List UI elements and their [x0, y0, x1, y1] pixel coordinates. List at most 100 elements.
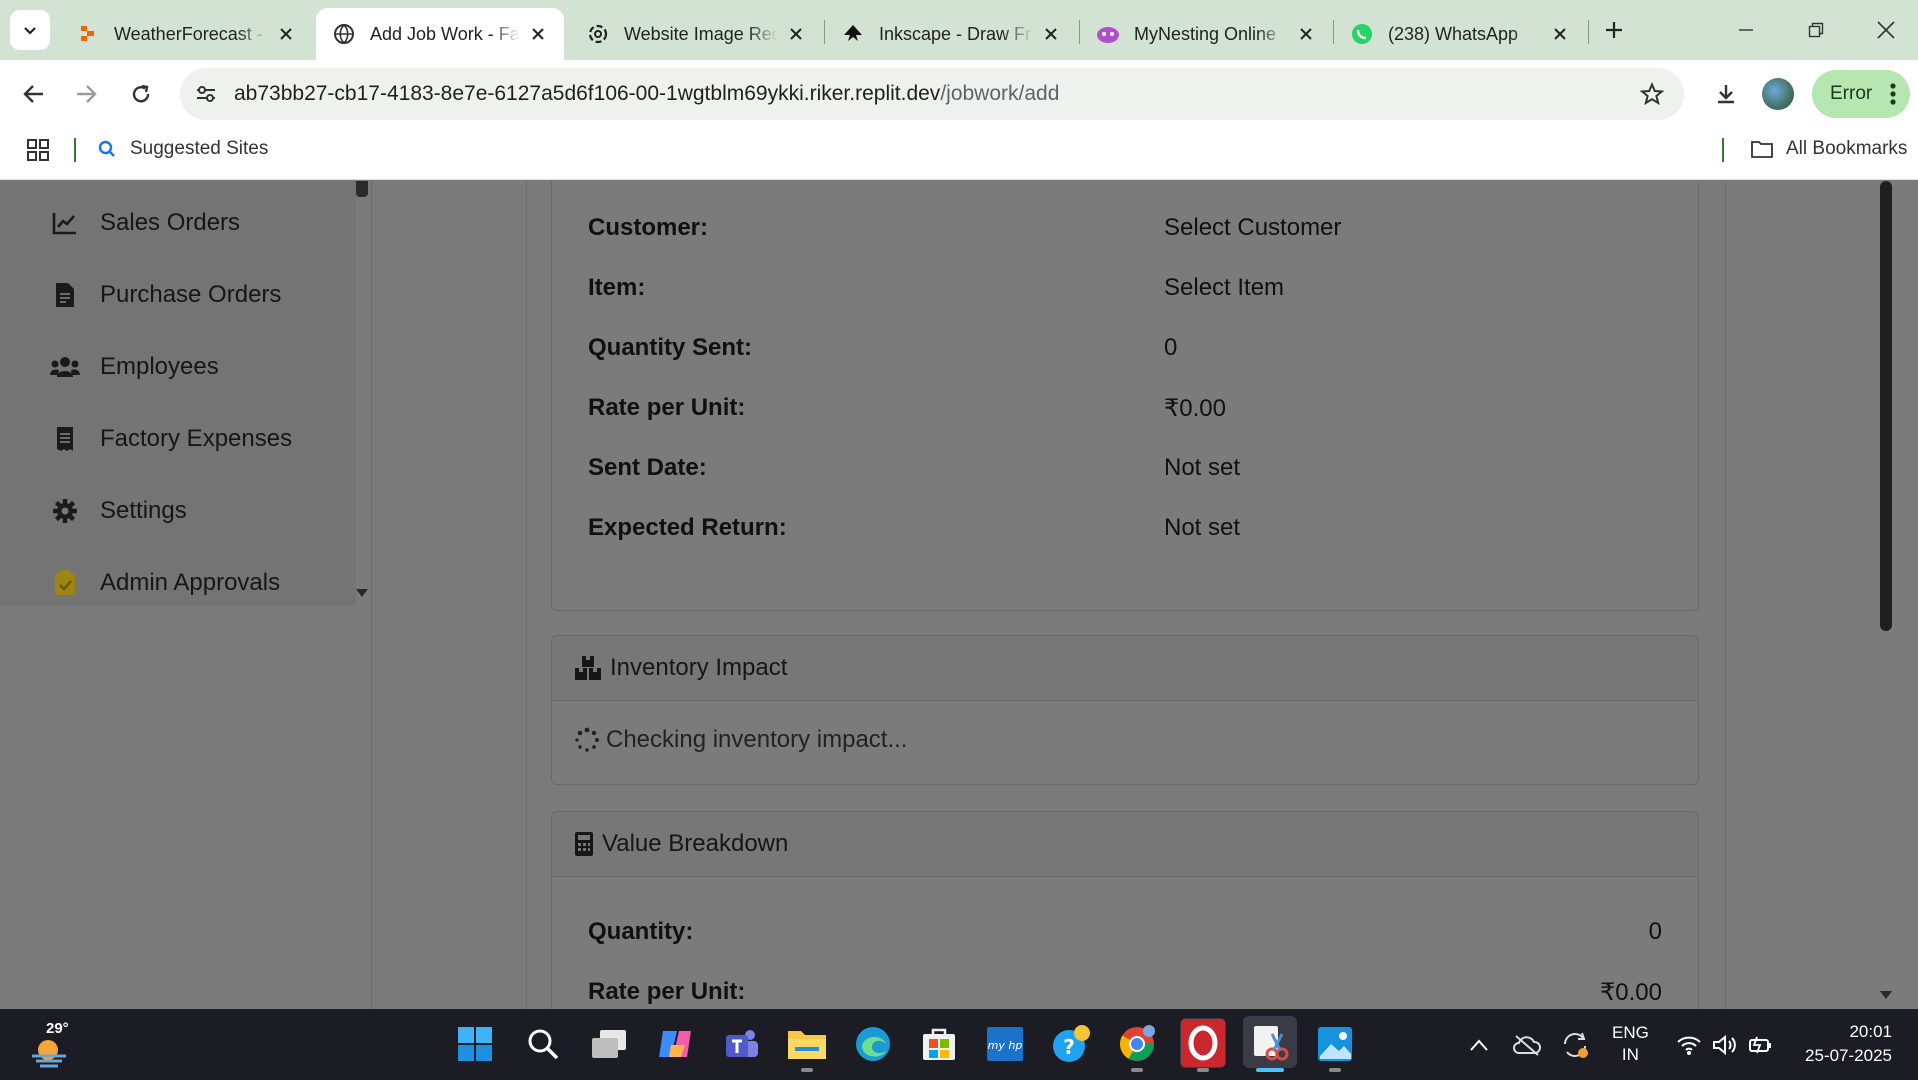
myhp-icon: my hp — [987, 1027, 1023, 1061]
scroll-down-arrow-icon[interactable] — [354, 587, 370, 599]
summary-value: Select Item — [1164, 274, 1285, 301]
summary-label: Quantity Sent: — [588, 334, 753, 361]
file-explorer-app[interactable] — [785, 1022, 829, 1066]
downloads-button[interactable] — [1710, 78, 1742, 110]
bookmark-suggested-sites[interactable]: Suggested Sites — [98, 138, 268, 160]
summary-label: Sent Date: — [588, 454, 707, 481]
get-help-app[interactable]: ? — [1049, 1022, 1093, 1066]
tab-website-image[interactable]: Website Image Rec — [570, 8, 822, 60]
tab-title: Website Image Rec — [624, 23, 778, 44]
close-window-button[interactable] — [1870, 14, 1902, 46]
summary-value: 0 — [1164, 334, 1178, 361]
download-icon — [1718, 85, 1734, 104]
sidebar-item-settings[interactable]: Settings — [50, 491, 187, 531]
card-title: Inventory Impact — [610, 654, 788, 681]
edge-icon — [856, 1027, 890, 1061]
restore-button[interactable] — [1800, 14, 1832, 46]
sidebar-item-label: Purchase Orders — [100, 281, 282, 308]
onedrive-tray[interactable] — [1512, 1030, 1542, 1060]
site-info-button[interactable] — [190, 78, 222, 110]
edge-app[interactable] — [851, 1022, 895, 1066]
new-tab-button[interactable] — [1598, 14, 1630, 46]
card-header: Value Breakdown — [552, 812, 1698, 877]
sidebar-item-purchase-orders[interactable]: Purchase Orders — [50, 275, 281, 315]
close-tab-icon[interactable] — [784, 22, 808, 46]
sidebar-item-sales-orders[interactable]: Sales Orders — [50, 203, 240, 243]
sidebar-item-admin-approvals[interactable]: Admin Approvals — [50, 563, 280, 603]
star-icon — [1640, 82, 1664, 106]
taskbar-search[interactable] — [521, 1022, 565, 1066]
battery-tray[interactable] — [1746, 1030, 1776, 1060]
profile-error-button[interactable]: Error — [1812, 70, 1910, 118]
wifi-tray[interactable] — [1674, 1030, 1704, 1060]
boxes-icon — [575, 656, 601, 680]
tab-mynesting[interactable]: MyNesting Online — [1080, 8, 1332, 60]
running-indicator — [1197, 1068, 1209, 1072]
teams-icon — [726, 1030, 758, 1057]
back-button[interactable] — [18, 78, 50, 110]
windows-logo-icon — [458, 1027, 492, 1061]
sidebar-scrollbar-thumb[interactable] — [356, 181, 368, 197]
store-icon — [923, 1028, 955, 1060]
sync-tray[interactable] — [1560, 1030, 1590, 1060]
help-icon: ? — [1053, 1025, 1090, 1062]
chart-line-icon — [50, 208, 80, 238]
sidebar-item-label: Sales Orders — [100, 209, 241, 236]
task-view[interactable] — [587, 1022, 631, 1066]
receipt-icon — [50, 424, 80, 454]
volume-tray[interactable] — [1710, 1030, 1740, 1060]
breakdown-value: ₹0.00 — [1600, 979, 1662, 1006]
replit-favicon-icon — [76, 22, 100, 46]
svg-text:?: ? — [1063, 1035, 1075, 1059]
url-text[interactable]: ab73bb27-cb17-4183-8e7e-6127a5d6f106-00-… — [234, 82, 1059, 106]
all-bookmarks-button[interactable]: All Bookmarks — [1750, 138, 1907, 160]
tab-title: WeatherForecast - — [114, 23, 263, 44]
gear-icon — [50, 496, 80, 526]
snipping-tool-app[interactable] — [1243, 1016, 1297, 1068]
reload-button[interactable] — [125, 78, 157, 110]
tab-weatherforecast[interactable]: WeatherForecast - — [60, 8, 312, 60]
minimize-button[interactable] — [1730, 14, 1762, 46]
sidebar-item-employees[interactable]: Employees — [50, 347, 219, 387]
sidebar-item-factory-expenses[interactable]: Factory Expenses — [50, 419, 292, 459]
error-label: Error — [1830, 83, 1873, 104]
myhp-app[interactable]: my hp — [983, 1022, 1027, 1066]
page-scrollbar-thumb[interactable] — [1880, 181, 1892, 631]
show-hidden-icons[interactable] — [1464, 1030, 1494, 1060]
system-clock[interactable]: 20:01 25-07-2025 — [1796, 1020, 1892, 1068]
teams-app[interactable] — [719, 1022, 763, 1066]
tab-whatsapp[interactable]: (238) WhatsApp — [1334, 8, 1586, 60]
inkscape-icon — [841, 22, 865, 46]
close-tab-icon[interactable] — [526, 22, 550, 46]
running-indicator — [1329, 1068, 1341, 1072]
sidebar-item-label: Settings — [100, 497, 187, 524]
close-tab-icon[interactable] — [1039, 22, 1063, 46]
profile-avatar[interactable] — [1762, 78, 1794, 110]
close-tab-icon[interactable] — [1548, 22, 1572, 46]
restore-icon — [1808, 22, 1824, 38]
weather-temperature: 29° — [46, 1020, 69, 1037]
tab-inkscape[interactable]: Inkscape - Draw Fr — [825, 8, 1077, 60]
photos-app[interactable] — [1313, 1022, 1357, 1066]
bookmark-label: Suggested Sites — [130, 138, 269, 159]
tab-search-button[interactable] — [10, 10, 50, 50]
chrome-app[interactable] — [1115, 1022, 1159, 1066]
close-tab-icon[interactable] — [1294, 22, 1318, 46]
store-app[interactable] — [917, 1022, 961, 1066]
close-tab-icon[interactable] — [274, 22, 298, 46]
tab-add-job-work[interactable]: Add Job Work - Fa — [316, 8, 564, 60]
volume-icon — [1713, 1034, 1736, 1056]
bookmark-separator — [74, 138, 76, 162]
start-button[interactable] — [453, 1022, 497, 1066]
summary-value: Select Customer — [1164, 214, 1342, 241]
bookmark-star-button[interactable] — [1636, 78, 1668, 110]
folder-icon — [788, 1031, 826, 1059]
apps-grid-icon[interactable] — [26, 138, 50, 162]
chevron-down-icon — [24, 27, 36, 35]
copilot-app[interactable] — [653, 1022, 697, 1066]
opera-app[interactable] — [1180, 1018, 1226, 1068]
forward-button[interactable] — [70, 78, 102, 110]
scroll-down-arrow-icon[interactable] — [1878, 989, 1894, 1001]
language-indicator[interactable]: ENG IN — [1612, 1022, 1649, 1066]
sidebar-item-label: Employees — [100, 353, 219, 380]
